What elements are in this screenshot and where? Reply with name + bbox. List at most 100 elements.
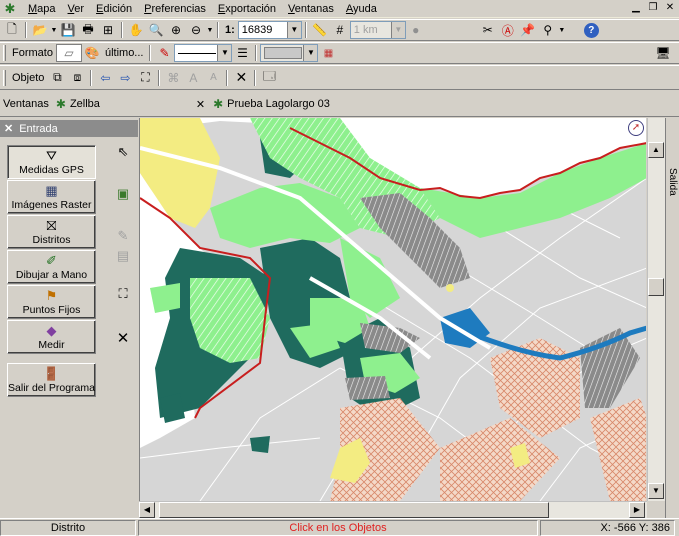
menu-exportacion[interactable]: Exportación bbox=[212, 1, 282, 17]
scroll-thumb[interactable] bbox=[159, 502, 549, 518]
menu-edicion[interactable]: Edición bbox=[90, 1, 138, 17]
horizontal-scrollbar[interactable]: ◀ ▶ bbox=[139, 501, 647, 518]
restore-icon[interactable]: ❐ bbox=[646, 2, 660, 15]
separator bbox=[121, 22, 123, 38]
windows-label: Ventanas bbox=[3, 98, 49, 110]
fill-color-combo[interactable]: ▼ bbox=[260, 44, 319, 62]
fit-map-icon[interactable]: ⊞ bbox=[98, 21, 118, 39]
scroll-down-icon[interactable]: ▼ bbox=[648, 483, 664, 499]
minimize-icon[interactable]: ▁ bbox=[629, 2, 643, 15]
edit-tool-icon[interactable]: ✎ bbox=[114, 227, 132, 245]
toolbar-grip[interactable] bbox=[3, 45, 6, 61]
color-swatch bbox=[264, 47, 303, 59]
arrow-right-icon[interactable]: ⇨ bbox=[115, 69, 135, 87]
select-icon[interactable]: Ⓐ bbox=[498, 21, 518, 39]
app-icon[interactable]: ✱ bbox=[2, 1, 18, 17]
scroll-up-icon[interactable]: ▲ bbox=[648, 142, 664, 158]
scroll-right-icon[interactable]: ▶ bbox=[629, 502, 645, 518]
map-svg[interactable] bbox=[140, 118, 646, 501]
bring-front-icon[interactable]: ⧉ bbox=[47, 69, 67, 87]
pin-icon[interactable]: 📌 bbox=[518, 21, 538, 39]
gps-button[interactable]: ⛛ Medidas GPS bbox=[7, 145, 96, 179]
pointer-tool-icon[interactable]: ⇖ bbox=[114, 143, 132, 161]
print-icon[interactable]: 🖶 bbox=[78, 21, 98, 39]
stretch-icon[interactable]: ⛶ bbox=[135, 69, 155, 87]
text-larger-icon[interactable]: A bbox=[183, 69, 203, 87]
tab-zellba[interactable]: ✱ Zellba bbox=[56, 94, 196, 114]
help-icon[interactable]: ? bbox=[583, 22, 599, 38]
districts-button[interactable]: ⛝ Distritos bbox=[7, 215, 96, 249]
text-smaller-icon[interactable]: A bbox=[203, 69, 223, 87]
dropdown-arrow-icon[interactable]: ▼ bbox=[50, 21, 58, 39]
circle-icon[interactable]: ● bbox=[406, 21, 426, 39]
fixed-points-label: Puntos Fijos bbox=[22, 304, 81, 316]
raster-button[interactable]: ▦ Imágenes Raster bbox=[7, 180, 96, 214]
line-width-icon[interactable]: ☰ bbox=[232, 44, 252, 62]
node-edit-icon[interactable]: ⌘ bbox=[163, 69, 183, 87]
zoom-out-icon[interactable]: ⊖ bbox=[186, 21, 206, 39]
ruler-icon[interactable]: 📏 bbox=[310, 21, 330, 39]
menu-ventanas[interactable]: Ventanas bbox=[282, 1, 340, 17]
line-style-combo[interactable]: ▼ bbox=[174, 44, 233, 62]
chevron-down-icon[interactable]: ▼ bbox=[390, 22, 405, 38]
grid-icon[interactable]: # bbox=[330, 21, 350, 39]
object-toolbar: Objeto ⧉ ⧈ ⇦ ⇨ ⛶ ⌘ A A ✕ 🗔 bbox=[0, 65, 679, 90]
binoculars-icon[interactable]: ⛶ bbox=[114, 285, 132, 303]
chevron-down-icon[interactable]: ▼ bbox=[286, 22, 301, 38]
open-folder-icon[interactable]: 📂 bbox=[30, 21, 50, 39]
draw-button[interactable]: ✐ Dibujar a Mano bbox=[7, 250, 96, 284]
measure-button[interactable]: ◆ Medir bbox=[7, 320, 96, 354]
fixed-points-button[interactable]: ⚑ Puntos Fijos bbox=[7, 285, 96, 319]
close-panel-icon[interactable]: ✕ bbox=[4, 122, 13, 135]
properties-icon[interactable]: 🗔 bbox=[259, 69, 279, 87]
chevron-down-icon[interactable]: ▼ bbox=[303, 45, 318, 61]
style-edit-icon[interactable]: ✎ bbox=[154, 44, 174, 62]
close-icon[interactable]: ✕ bbox=[663, 2, 677, 15]
distance-combo[interactable]: 1 km ▼ bbox=[349, 21, 406, 39]
menu-ayuda[interactable]: Ayuda bbox=[340, 1, 383, 17]
separator bbox=[90, 69, 93, 86]
menu-mapa[interactable]: Mapa bbox=[22, 1, 62, 17]
monitor-icon[interactable]: 🖥 bbox=[653, 44, 673, 62]
distance-value: 1 km bbox=[353, 24, 378, 36]
cut-icon[interactable]: ✂ bbox=[478, 21, 498, 39]
delete-tool-icon[interactable]: ✕ bbox=[114, 330, 132, 348]
map-canvas[interactable]: ➚ bbox=[139, 118, 646, 501]
new-file-icon[interactable]: 🗋 bbox=[2, 21, 22, 39]
tab-prueba-lagolargo[interactable]: ✱ Prueba Lagolargo 03 bbox=[213, 94, 330, 114]
arrow-left-icon[interactable]: ⇦ bbox=[95, 69, 115, 87]
measure-icon: ◆ bbox=[46, 323, 57, 338]
menu-ver[interactable]: Ver bbox=[62, 1, 91, 17]
draw-label: Dibujar a Mano bbox=[15, 269, 88, 281]
pencil-icon: ✐ bbox=[46, 253, 57, 268]
compass-icon[interactable]: ⚲ bbox=[538, 21, 558, 39]
close-tab-icon[interactable]: ✕ bbox=[196, 98, 205, 111]
zoom-dropdown-icon[interactable]: ▼ bbox=[206, 21, 214, 39]
toolbar-grip[interactable] bbox=[3, 69, 6, 86]
color-palette-icon[interactable]: ▦ bbox=[318, 44, 338, 62]
vertical-scrollbar[interactable]: ▲ ▼ bbox=[647, 118, 665, 501]
document-tool-icon[interactable]: ▤ bbox=[114, 247, 132, 265]
menu-preferencias[interactable]: Preferencias bbox=[138, 1, 212, 17]
zoom-in-icon[interactable]: ⊕ bbox=[166, 21, 186, 39]
import-tool-icon[interactable]: ▣ bbox=[114, 185, 132, 203]
exit-door-icon: 🚪 bbox=[43, 366, 60, 381]
palette-icon[interactable]: 🎨 bbox=[82, 44, 102, 62]
scale-combo[interactable]: 16839 ▼ bbox=[237, 21, 302, 39]
pan-hand-icon[interactable]: ✋ bbox=[126, 21, 146, 39]
zoom-icon[interactable]: 🔍 bbox=[146, 21, 166, 39]
raster-image-icon: ▦ bbox=[45, 183, 58, 198]
exit-button[interactable]: 🚪 Salir del Programa bbox=[7, 363, 96, 397]
send-back-icon[interactable]: ⧈ bbox=[67, 69, 87, 87]
last-style-label[interactable]: último... bbox=[102, 47, 147, 59]
output-sidetab[interactable]: Salida bbox=[665, 118, 679, 518]
delete-icon[interactable]: ✕ bbox=[231, 69, 251, 87]
scroll-left-icon[interactable]: ◀ bbox=[139, 502, 155, 518]
dropdown-arrow-icon[interactable]: ▼ bbox=[558, 21, 566, 39]
compass-icon[interactable]: ➚ bbox=[628, 120, 644, 136]
save-icon[interactable]: 💾 bbox=[58, 21, 78, 39]
fill-shape-icon[interactable]: ▱ bbox=[55, 44, 82, 62]
format-label: Formato bbox=[12, 47, 53, 59]
scroll-thumb[interactable] bbox=[648, 278, 664, 296]
chevron-down-icon[interactable]: ▼ bbox=[217, 45, 232, 61]
